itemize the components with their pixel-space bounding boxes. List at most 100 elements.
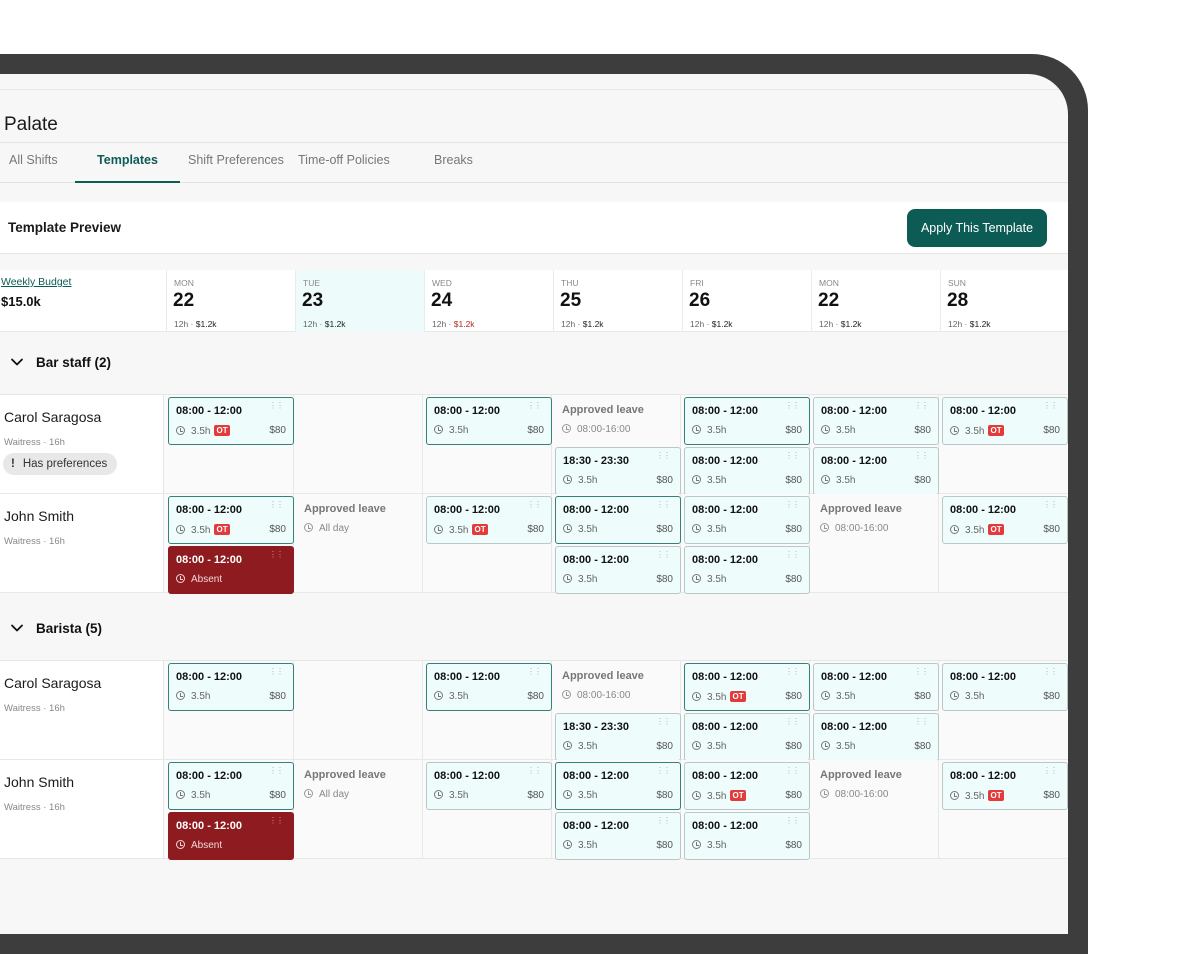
- shift-card[interactable]: 08:00 - 12:00 ⋮⋮ 3.5h $80: [555, 762, 681, 810]
- shift-hours: 3.5h OT: [692, 691, 746, 703]
- drag-handle-icon[interactable]: ⋮⋮: [785, 767, 800, 775]
- day-header-mon-22[interactable]: MON 22 12h · $1.2k: [811, 270, 940, 332]
- group-label: Bar staff (2): [36, 355, 112, 370]
- shift-time: 08:00 - 12:00: [692, 455, 759, 467]
- shift-cost: $80: [914, 425, 931, 436]
- employee-name[interactable]: John Smith: [4, 508, 74, 524]
- drag-handle-icon[interactable]: ⋮⋮: [269, 817, 284, 825]
- employee-name[interactable]: Carol Saragosa: [4, 409, 101, 425]
- weekly-budget-link[interactable]: Weekly Budget: [1, 276, 71, 288]
- absent-shift-card[interactable]: 08:00 - 12:00 ⋮⋮ Absent: [168, 546, 294, 594]
- drag-handle-icon[interactable]: ⋮⋮: [656, 817, 671, 825]
- day-header-tue-23[interactable]: TUE 23 12h · $1.2k: [295, 270, 424, 332]
- shift-card[interactable]: 08:00 - 12:00 ⋮⋮ 3.5h $80: [426, 663, 552, 711]
- absent-shift-card[interactable]: 08:00 - 12:00 ⋮⋮ Absent: [168, 812, 294, 860]
- shift-card[interactable]: 08:00 - 12:00 ⋮⋮ 3.5h $80: [168, 663, 294, 711]
- tab-breaks[interactable]: Breaks: [434, 151, 473, 183]
- drag-handle-icon[interactable]: ⋮⋮: [785, 668, 800, 676]
- drag-handle-icon[interactable]: ⋮⋮: [1043, 402, 1058, 410]
- drag-handle-icon[interactable]: ⋮⋮: [269, 668, 284, 676]
- drag-handle-icon[interactable]: ⋮⋮: [656, 452, 671, 460]
- chevron-down-icon[interactable]: [10, 621, 24, 635]
- shift-hours: 3.5h: [821, 475, 855, 486]
- drag-handle-icon[interactable]: ⋮⋮: [527, 767, 542, 775]
- shift-card[interactable]: 08:00 - 12:00 ⋮⋮ 3.5h $80: [555, 812, 681, 860]
- shift-card[interactable]: 08:00 - 12:00 ⋮⋮ 3.5h $80: [684, 713, 810, 761]
- tab-templates[interactable]: Templates: [75, 151, 180, 183]
- shift-card[interactable]: 08:00 - 12:00 ⋮⋮ 3.5h $80: [426, 762, 552, 810]
- shift-card[interactable]: 08:00 - 12:00 ⋮⋮ 3.5h OT $80: [942, 496, 1068, 544]
- shift-card[interactable]: 08:00 - 12:00 ⋮⋮ 3.5h OT $80: [168, 496, 294, 544]
- shift-card[interactable]: 08:00 - 12:00 ⋮⋮ 3.5h OT $80: [942, 762, 1068, 810]
- tab-time-off-policies[interactable]: Time-off Policies: [298, 151, 390, 183]
- group-header[interactable]: Barista (5): [0, 599, 1068, 661]
- tab-all-shifts[interactable]: All Shifts: [9, 151, 58, 183]
- day-header-wed-24[interactable]: WED 24 12h · $1.2k: [424, 270, 553, 332]
- drag-handle-icon[interactable]: ⋮⋮: [269, 402, 284, 410]
- employee-name[interactable]: John Smith: [4, 774, 74, 790]
- drag-handle-icon[interactable]: ⋮⋮: [656, 767, 671, 775]
- shift-card[interactable]: 08:00 - 12:00 ⋮⋮ 3.5h $80: [684, 397, 810, 445]
- shift-card[interactable]: 08:00 - 12:00 ⋮⋮ 3.5h $80: [942, 663, 1068, 711]
- shift-card[interactable]: 08:00 - 12:00 ⋮⋮ 3.5h OT $80: [426, 496, 552, 544]
- drag-handle-icon[interactable]: ⋮⋮: [785, 817, 800, 825]
- drag-handle-icon[interactable]: ⋮⋮: [1043, 501, 1058, 509]
- group-header[interactable]: Bar staff (2): [0, 333, 1068, 395]
- shift-card[interactable]: 08:00 - 12:00 ⋮⋮ 3.5h $80: [813, 397, 939, 445]
- day-summary: 12h · $1.2k: [303, 319, 346, 329]
- drag-handle-icon[interactable]: ⋮⋮: [527, 668, 542, 676]
- drag-handle-icon[interactable]: ⋮⋮: [656, 551, 671, 559]
- shift-card[interactable]: 08:00 - 12:00 ⋮⋮ 3.5h $80: [684, 546, 810, 594]
- drag-handle-icon[interactable]: ⋮⋮: [269, 767, 284, 775]
- drag-handle-icon[interactable]: ⋮⋮: [1043, 668, 1058, 676]
- shift-card[interactable]: 08:00 - 12:00 ⋮⋮ 3.5h $80: [813, 447, 939, 495]
- shift-card[interactable]: 08:00 - 12:00 ⋮⋮ 3.5h OT $80: [942, 397, 1068, 445]
- shift-card[interactable]: 08:00 - 12:00 ⋮⋮ 3.5h $80: [555, 546, 681, 594]
- drag-handle-icon[interactable]: ⋮⋮: [527, 402, 542, 410]
- clock-icon: [692, 425, 701, 434]
- shift-card[interactable]: 08:00 - 12:00 ⋮⋮ 3.5h $80: [684, 496, 810, 544]
- drag-handle-icon[interactable]: ⋮⋮: [914, 718, 929, 726]
- drag-handle-icon[interactable]: ⋮⋮: [914, 402, 929, 410]
- drag-handle-icon[interactable]: ⋮⋮: [656, 501, 671, 509]
- shift-card[interactable]: 18:30 - 23:30 ⋮⋮ 3.5h $80: [555, 713, 681, 761]
- drag-handle-icon[interactable]: ⋮⋮: [914, 668, 929, 676]
- shift-card[interactable]: 08:00 - 12:00 ⋮⋮ 3.5h $80: [426, 397, 552, 445]
- employee-name[interactable]: Carol Saragosa: [4, 675, 101, 691]
- shift-card[interactable]: 08:00 - 12:00 ⋮⋮ 3.5h OT $80: [684, 663, 810, 711]
- drag-handle-icon[interactable]: ⋮⋮: [785, 551, 800, 559]
- shift-cost: $80: [785, 840, 802, 851]
- overtime-badge: OT: [214, 524, 230, 535]
- drag-handle-icon[interactable]: ⋮⋮: [785, 501, 800, 509]
- shift-hours: 3.5h: [692, 524, 726, 535]
- shift-card[interactable]: 08:00 - 12:00 ⋮⋮ 3.5h $80: [168, 762, 294, 810]
- shift-cost: $80: [785, 691, 802, 702]
- shift-card[interactable]: 08:00 - 12:00 ⋮⋮ 3.5h $80: [555, 496, 681, 544]
- shift-card[interactable]: 08:00 - 12:00 ⋮⋮ 3.5h $80: [813, 713, 939, 761]
- shift-hours: 3.5h: [692, 574, 726, 585]
- shift-hours: 3.5h: [563, 840, 597, 851]
- drag-handle-icon[interactable]: ⋮⋮: [785, 452, 800, 460]
- drag-handle-icon[interactable]: ⋮⋮: [269, 551, 284, 559]
- drag-handle-icon[interactable]: ⋮⋮: [785, 718, 800, 726]
- day-header-fri-26[interactable]: FRI 26 12h · $1.2k: [682, 270, 811, 332]
- apply-template-button[interactable]: Apply This Template: [907, 209, 1047, 247]
- drag-handle-icon[interactable]: ⋮⋮: [527, 501, 542, 509]
- day-header-mon-22[interactable]: MON 22 12h · $1.2k: [166, 270, 295, 332]
- drag-handle-icon[interactable]: ⋮⋮: [914, 452, 929, 460]
- day-header-thu-25[interactable]: THU 25 12h · $1.2k: [553, 270, 682, 332]
- shift-card[interactable]: 08:00 - 12:00 ⋮⋮ 3.5h $80: [813, 663, 939, 711]
- chevron-down-icon[interactable]: [10, 355, 24, 369]
- shift-card[interactable]: 08:00 - 12:00 ⋮⋮ 3.5h $80: [684, 447, 810, 495]
- day-header-sun-28[interactable]: SUN 28 12h · $1.2k: [940, 270, 1068, 332]
- drag-handle-icon[interactable]: ⋮⋮: [656, 718, 671, 726]
- drag-handle-icon[interactable]: ⋮⋮: [785, 402, 800, 410]
- shift-card[interactable]: 08:00 - 12:00 ⋮⋮ 3.5h $80: [684, 812, 810, 860]
- preferences-badge[interactable]: ! Has preferences: [3, 453, 118, 475]
- drag-handle-icon[interactable]: ⋮⋮: [1043, 767, 1058, 775]
- shift-card[interactable]: 18:30 - 23:30 ⋮⋮ 3.5h $80: [555, 447, 681, 495]
- shift-card[interactable]: 08:00 - 12:00 ⋮⋮ 3.5h OT $80: [168, 397, 294, 445]
- drag-handle-icon[interactable]: ⋮⋮: [269, 501, 284, 509]
- shift-card[interactable]: 08:00 - 12:00 ⋮⋮ 3.5h OT $80: [684, 762, 810, 810]
- tab-shift-preferences[interactable]: Shift Preferences: [188, 151, 284, 183]
